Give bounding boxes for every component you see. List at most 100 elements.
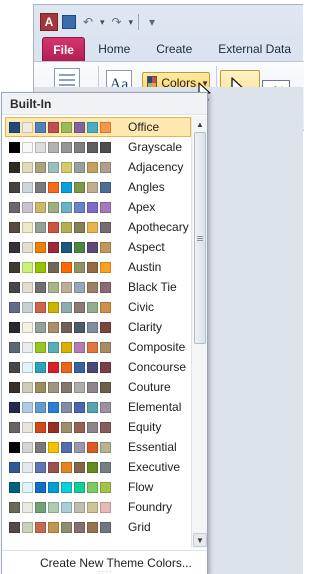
color-swatch	[22, 521, 33, 533]
grip-icon	[197, 237, 203, 239]
theme-item[interactable]: Flow	[5, 477, 191, 497]
color-swatch	[87, 181, 98, 193]
color-swatch	[48, 441, 59, 453]
theme-item[interactable]: Couture	[5, 377, 191, 397]
color-swatch	[100, 381, 111, 393]
color-swatch	[9, 361, 20, 373]
color-swatch	[35, 141, 46, 153]
theme-name: Essential	[128, 440, 177, 454]
color-swatch	[35, 281, 46, 293]
undo-dropdown-icon[interactable]: ▾	[100, 17, 105, 28]
color-swatch	[9, 401, 20, 413]
color-swatch	[48, 401, 59, 413]
theme-item[interactable]: Austin	[5, 257, 191, 277]
theme-name: Flow	[128, 480, 154, 494]
color-swatch	[48, 161, 59, 173]
scroll-down-icon[interactable]: ▼	[193, 533, 207, 547]
color-swatch	[35, 241, 46, 253]
scroll-up-icon[interactable]: ▲	[193, 117, 207, 131]
color-swatch	[22, 241, 33, 253]
scrollbar-thumb[interactable]	[194, 132, 206, 344]
theme-name: Foundry	[128, 500, 173, 514]
color-swatch	[48, 501, 59, 513]
create-new-theme-colors-button[interactable]: Create New Theme Colors...	[40, 556, 192, 570]
color-swatch	[74, 301, 85, 313]
color-swatch	[74, 421, 85, 433]
theme-item[interactable]: Concourse	[5, 357, 191, 377]
color-swatch	[48, 321, 59, 333]
theme-item[interactable]: Equity	[5, 417, 191, 437]
color-swatch	[87, 341, 98, 353]
color-swatch	[74, 461, 85, 473]
color-swatch	[74, 181, 85, 193]
theme-item[interactable]: Apex	[5, 197, 191, 217]
theme-item[interactable]: Grayscale	[5, 137, 191, 157]
color-swatches	[9, 401, 118, 413]
color-swatch	[48, 381, 59, 393]
color-swatch	[87, 321, 98, 333]
theme-item[interactable]: Clarity	[5, 317, 191, 337]
color-swatch	[100, 501, 111, 513]
built-in-header: Built-In	[2, 93, 207, 115]
theme-item[interactable]: Apothecary	[5, 217, 191, 237]
color-swatch	[35, 341, 46, 353]
theme-item[interactable]: Office	[5, 117, 191, 137]
color-swatch	[35, 361, 46, 373]
tab-create[interactable]: Create	[143, 37, 205, 61]
color-swatch	[35, 301, 46, 313]
theme-item[interactable]: Executive	[5, 457, 191, 477]
color-swatches	[9, 481, 118, 493]
theme-name: Executive	[128, 460, 181, 474]
access-app-icon[interactable]: A	[40, 13, 58, 31]
redo-dropdown-icon[interactable]: ▾	[129, 17, 134, 28]
resize-grip-icon[interactable]: ····	[98, 568, 112, 574]
theme-item[interactable]: Adjacency	[5, 157, 191, 177]
color-swatch	[87, 401, 98, 413]
undo-icon[interactable]: ↶	[80, 14, 96, 30]
color-swatch	[22, 301, 33, 313]
color-swatch	[74, 361, 85, 373]
redo-icon[interactable]: ↷	[109, 14, 125, 30]
color-swatches	[9, 121, 118, 133]
color-swatch	[35, 401, 46, 413]
theme-item[interactable]: Angles	[5, 177, 191, 197]
save-icon[interactable]	[62, 15, 76, 29]
color-swatch	[87, 241, 98, 253]
tab-home[interactable]: Home	[85, 37, 143, 61]
color-swatch	[61, 381, 72, 393]
color-swatch	[9, 201, 20, 213]
tab-file[interactable]: File	[42, 37, 86, 61]
color-swatch	[61, 281, 72, 293]
theme-item[interactable]: Foundry	[5, 497, 191, 517]
color-swatch	[48, 261, 59, 273]
color-swatch	[61, 261, 72, 273]
color-swatch	[35, 121, 46, 133]
color-swatch	[61, 221, 72, 233]
color-swatches	[9, 501, 118, 513]
theme-item[interactable]: Grid	[5, 517, 191, 537]
color-swatches	[9, 341, 118, 353]
theme-item[interactable]: Elemental	[5, 397, 191, 417]
color-swatch	[74, 501, 85, 513]
color-swatch	[61, 421, 72, 433]
theme-item[interactable]: Composite	[5, 337, 191, 357]
theme-name: Grayscale	[128, 140, 183, 154]
theme-item[interactable]: Essential	[5, 437, 191, 457]
color-swatches	[9, 141, 118, 153]
customize-qat-icon[interactable]: ▾	[144, 14, 160, 30]
color-swatch	[61, 301, 72, 313]
theme-item[interactable]: Aspect	[5, 237, 191, 257]
color-swatch	[22, 401, 33, 413]
tab-external-data[interactable]: External Data	[205, 37, 304, 61]
color-swatch	[100, 461, 111, 473]
theme-item[interactable]: Black Tie	[5, 277, 191, 297]
color-swatch	[48, 241, 59, 253]
scrollbar[interactable]: ▲ ▼	[191, 116, 207, 548]
color-swatch	[9, 321, 20, 333]
theme-item[interactable]: Civic	[5, 297, 191, 317]
color-swatch	[87, 201, 98, 213]
color-swatch	[87, 121, 98, 133]
color-swatches	[9, 361, 118, 373]
color-swatch	[74, 161, 85, 173]
color-swatch	[100, 481, 111, 493]
